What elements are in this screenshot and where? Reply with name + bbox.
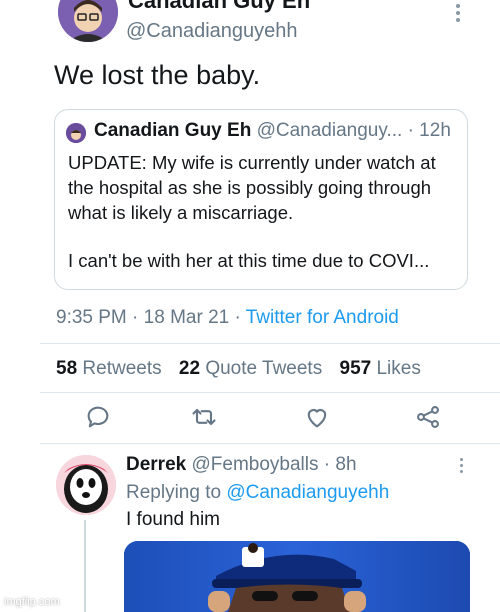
tweet-time: 9:35 PM bbox=[56, 307, 127, 328]
reply-time: · 8h bbox=[323, 454, 357, 475]
quoted-tweet-header: Canadian Guy Eh @Canadianguy... · 12h bbox=[94, 120, 451, 142]
thread-line bbox=[84, 520, 86, 612]
author-handle[interactable]: @Canadianguyehh bbox=[126, 20, 298, 43]
quoted-tweet-text: UPDATE: My wife is currently under watch… bbox=[68, 152, 436, 223]
tweet-stats: 58 Retweets 22 Quote Tweets 957 Likes bbox=[56, 358, 421, 380]
reply-author-avatar[interactable] bbox=[56, 455, 116, 515]
tweet-text: We lost the baby. bbox=[54, 60, 261, 90]
reply-header: Derrek @Femboyballs · 8h bbox=[126, 454, 357, 476]
replying-to-mention[interactable]: @Canadianguyehh bbox=[226, 482, 389, 503]
reply-author-handle[interactable]: @Femboyballs bbox=[192, 454, 319, 475]
divider bbox=[40, 392, 500, 393]
divider bbox=[40, 443, 500, 444]
reply-text: I found him bbox=[126, 509, 220, 530]
replying-to: Replying to @Canadianguyehh bbox=[126, 482, 390, 503]
watermark: imgflip.com bbox=[4, 596, 60, 608]
divider bbox=[40, 343, 500, 344]
quoted-tweet-text-continued: I can't be with her at this time due to … bbox=[68, 250, 430, 271]
tweet-source-link[interactable]: Twitter for Android bbox=[246, 307, 399, 328]
share-icon[interactable] bbox=[414, 403, 442, 431]
tweet-meta: 9:35 PM · 18 Mar 21 · Twitter for Androi… bbox=[56, 307, 399, 328]
author-avatar[interactable] bbox=[58, 0, 118, 42]
reply-media-image[interactable] bbox=[124, 541, 470, 612]
quote-tweets-stat[interactable]: 22 Quote Tweets bbox=[179, 358, 322, 379]
quoted-author-avatar bbox=[66, 123, 86, 143]
retweet-icon[interactable] bbox=[190, 403, 218, 431]
quoted-tweet-time: · 12h bbox=[407, 120, 451, 141]
likes-stat[interactable]: 957 Likes bbox=[340, 358, 421, 379]
more-options-icon[interactable] bbox=[454, 2, 462, 26]
quoted-author-handle: @Canadianguy... bbox=[256, 120, 403, 141]
author-name[interactable]: Canadian Guy Eh bbox=[128, 0, 310, 14]
quoted-author-name: Canadian Guy Eh bbox=[94, 120, 252, 141]
like-icon[interactable] bbox=[303, 403, 331, 431]
reply-more-options-icon[interactable] bbox=[458, 456, 464, 476]
reply-author-name[interactable]: Derrek bbox=[126, 454, 186, 475]
retweets-stat[interactable]: 58 Retweets bbox=[56, 358, 162, 379]
tweet-date: 18 Mar 21 bbox=[143, 307, 230, 328]
reply-icon[interactable] bbox=[84, 403, 112, 431]
quoted-tweet-body: UPDATE: My wife is currently under watch… bbox=[68, 150, 460, 273]
